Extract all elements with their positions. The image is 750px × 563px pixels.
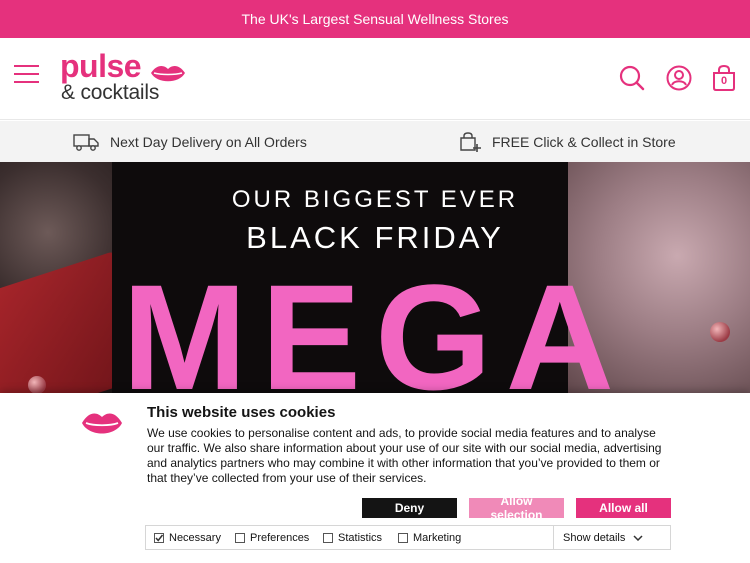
announcement-text: The UK's Largest Sensual Wellness Stores [241, 11, 509, 27]
consent-options: Necessary Preferences Statistics Marketi… [145, 525, 671, 550]
menu-icon[interactable] [14, 61, 40, 87]
usp-collect-text: FREE Click & Collect in Store [492, 133, 676, 150]
hero-headline-mega: MEGA [122, 253, 628, 397]
lips-logo-icon [82, 413, 122, 434]
necessary-checkbox[interactable]: Necessary [154, 532, 221, 544]
deny-button[interactable]: Deny [362, 498, 457, 518]
marketing-label: Marketing [413, 532, 462, 544]
logo-text-pulse: pulse [60, 48, 142, 84]
site-header: pulse & cocktails 0 [0, 38, 750, 120]
show-details-label: Show details [563, 531, 626, 544]
usp-collect: FREE Click & Collect in Store [458, 121, 676, 162]
chevron-down-icon [633, 534, 643, 541]
logo[interactable]: pulse & cocktails [60, 48, 190, 104]
statistics-checkbox[interactable]: Statistics [323, 532, 382, 544]
click-collect-bag-icon [460, 131, 481, 152]
cookie-title: This website uses cookies [147, 404, 336, 421]
account-icon[interactable] [665, 64, 693, 92]
basket-icon[interactable]: 0 [710, 64, 738, 92]
hero-banner[interactable]: OUR BIGGEST EVER BLACK FRIDAY MEGA [0, 162, 750, 397]
show-details-toggle[interactable]: Show details [553, 526, 671, 549]
cookie-description: We use cookies to personalise content an… [147, 426, 662, 485]
hero-headline-1: OUR BIGGEST EVER [231, 186, 519, 213]
search-icon[interactable] [618, 64, 646, 92]
cookie-banner: This website uses cookies We use cookies… [0, 393, 750, 563]
usp-delivery-text: Next Day Delivery on All Orders [110, 133, 307, 150]
basket-count: 0 [720, 75, 728, 87]
announcement-bar: The UK's Largest Sensual Wellness Stores [0, 0, 750, 38]
usp-strip: Next Day Delivery on All Orders FREE Cli… [0, 121, 750, 162]
allow-all-button[interactable]: Allow all [576, 498, 671, 518]
checkbox-icon [323, 533, 333, 543]
checkbox-checked-icon [154, 533, 164, 543]
marketing-checkbox[interactable]: Marketing [398, 532, 461, 544]
statistics-label: Statistics [338, 532, 383, 544]
usp-delivery: Next Day Delivery on All Orders [73, 121, 307, 162]
delivery-truck-icon [73, 133, 99, 151]
checkbox-icon [398, 533, 408, 543]
checkbox-icon [235, 533, 245, 543]
preferences-label: Preferences [250, 532, 310, 544]
necessary-label: Necessary [169, 532, 221, 544]
allow-selection-button[interactable]: Allow selection [469, 494, 564, 522]
preferences-checkbox[interactable]: Preferences [235, 532, 309, 544]
logo-text-cocktails: & cocktails [61, 81, 160, 104]
hero-headline-2: BLACK FRIDAY [246, 220, 504, 255]
